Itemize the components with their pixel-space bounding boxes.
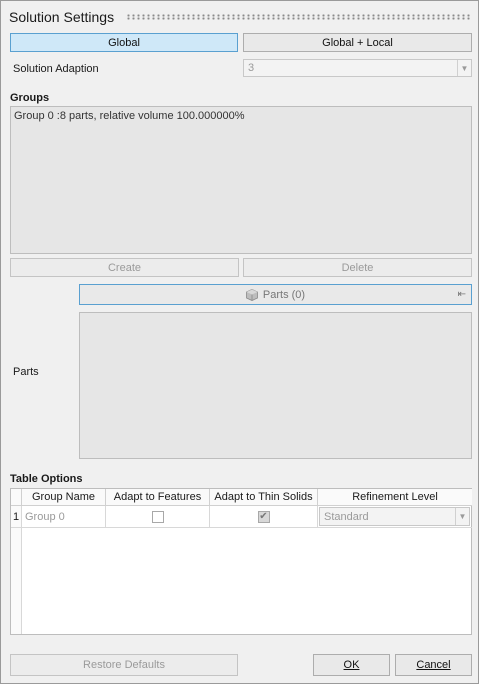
solution-adaption-value: 3 [248,62,255,74]
chevron-down-icon[interactable]: ▼ [455,508,469,525]
column-header-adapt-to-features[interactable]: Adapt to Features [106,489,210,506]
global-tab-button[interactable]: Global [10,33,238,52]
refinement-level-cell: Standard ▼ [318,506,472,528]
solution-adaption-label: Solution Adaption [13,63,99,75]
ok-button-label: OK [343,659,360,671]
adapt-to-features-cell [106,506,210,528]
refinement-level-dropdown[interactable]: Standard ▼ [319,507,470,526]
row-index: 1 [11,506,22,528]
title-drag-handle[interactable] [126,14,470,20]
row-header-column [11,528,22,634]
cancel-button-label: Cancel [416,659,451,671]
title-row: Solution Settings [9,6,470,28]
create-group-button[interactable]: Create [10,258,239,277]
cancel-button[interactable]: Cancel [395,654,472,676]
column-header-group-name[interactable]: Group Name [22,489,106,506]
adapt-to-thin-solids-cell: ✔ [210,506,318,528]
delete-group-button[interactable]: Delete [243,258,472,277]
parts-list[interactable] [79,312,472,459]
parts-selector[interactable]: Parts (0) ⇤ [79,284,472,305]
table-corner[interactable] [11,489,22,506]
refinement-level-value: Standard [324,510,369,523]
parts-selector-label: Parts (0) [262,288,306,301]
column-header-refinement-level[interactable]: Refinement Level [318,489,472,506]
table-options-grid[interactable]: Group Name Adapt to Features Adapt to Th… [10,488,472,635]
adapt-to-thin-solids-checkbox[interactable]: ✔ [257,510,270,523]
column-header-adapt-to-thin-solids[interactable]: Adapt to Thin Solids [210,489,318,506]
solution-adaption-dropdown[interactable]: 3 ▼ [243,59,472,77]
ok-button[interactable]: OK [313,654,390,676]
group-name-cell[interactable]: Group 0 [22,506,106,528]
group-list-item[interactable]: Group 0 :8 parts, relative volume 100.00… [11,107,471,125]
groups-heading: Groups [10,92,50,104]
solution-settings-dialog: Solution Settings Global Global + Local … [0,0,479,684]
chevron-down-icon[interactable]: ▼ [457,60,471,76]
restore-defaults-button[interactable]: Restore Defaults [10,654,238,676]
reset-selection-icon[interactable]: ⇤ [458,289,466,300]
dialog-title: Solution Settings [9,9,115,25]
parts-label: Parts [13,366,39,378]
global-local-tab-button[interactable]: Global + Local [243,33,472,52]
groups-list[interactable]: Group 0 :8 parts, relative volume 100.00… [10,106,472,254]
part-cube-icon [246,288,258,301]
table-options-heading: Table Options [10,473,83,485]
adapt-to-features-checkbox[interactable] [151,510,164,523]
